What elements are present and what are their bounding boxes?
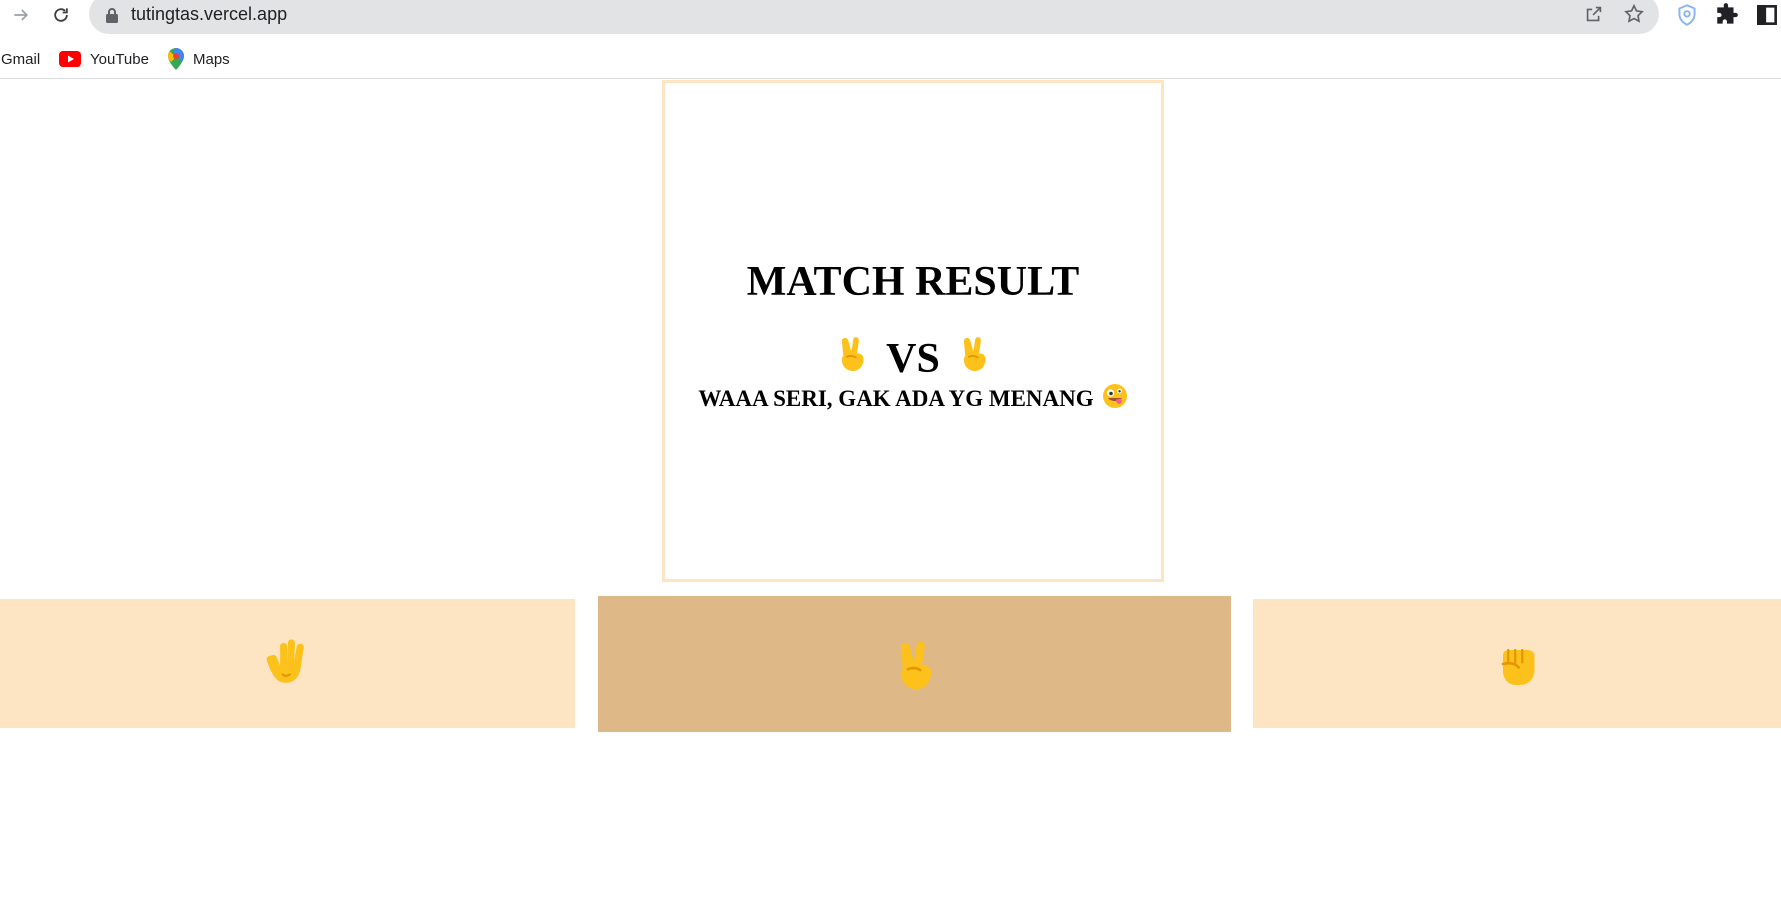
bookmark-label: Maps [193,50,230,68]
match-result-title: MATCH RESULT [746,259,1080,305]
raised-fist-icon [1501,648,1535,685]
side-panel-icon[interactable] [1754,2,1780,28]
extensions-puzzle-icon[interactable] [1714,2,1740,28]
computer-victory-hand-icon [954,331,994,386]
bookmarks-bar: Gmail YouTube Maps [0,40,1781,79]
reload-icon[interactable] [48,2,74,28]
match-result-panel: MATCH RESULT VS WAAA SERI, GAK ADA YG ME… [662,80,1164,582]
result-message: WAAA SERI, GAK ADA YG MENANG [665,383,1161,415]
maps-icon [168,48,184,70]
victory-hand-icon [900,641,931,690]
bookmark-star-icon[interactable] [1623,3,1645,25]
bookmark-label: YouTube [90,50,149,68]
choice-scissors-button[interactable] [598,596,1231,732]
share-icon[interactable] [1583,3,1605,25]
zany-face-icon [1102,383,1128,415]
player-victory-hand-icon [832,331,872,386]
bookmark-gmail[interactable]: Gmail [1,48,40,70]
url-text: tutingtas.vercel.app [131,4,288,24]
youtube-icon [59,51,81,67]
choice-rock-button[interactable] [1253,599,1781,728]
shield-extension-icon[interactable] [1674,2,1700,28]
vs-row: VS [665,331,1161,386]
bookmark-maps[interactable]: Maps [168,48,230,70]
choice-paper-button[interactable] [0,599,575,728]
raised-hand-icon [266,639,304,683]
forward-icon[interactable] [8,2,34,28]
bookmark-youtube[interactable]: YouTube [59,48,149,70]
result-message-text: WAAA SERI, GAK ADA YG MENANG [698,386,1094,411]
address-bar[interactable]: tutingtas.vercel.app [89,0,1659,34]
lock-icon [106,8,118,23]
browser-toolbar: tutingtas.vercel.app [0,0,1781,40]
bookmark-label: Gmail [1,50,41,68]
vs-label: VS [886,335,940,382]
